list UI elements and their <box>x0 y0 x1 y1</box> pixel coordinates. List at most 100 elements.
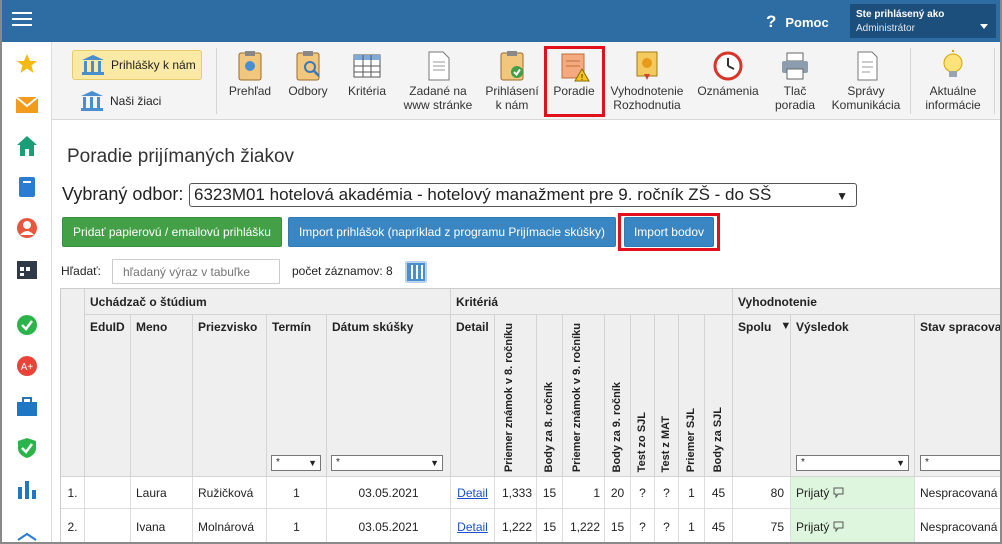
column-header-detail[interactable]: Detail <box>451 315 495 477</box>
cell-priemer-9: 1,222 <box>563 509 605 542</box>
odbor-select[interactable]: 6323M01 hotelová akadémia - hotelový man… <box>189 183 857 207</box>
toolbar-button-zadane-na-www[interactable]: Zadané na www stránke <box>398 42 478 120</box>
lightbulb-icon <box>943 50 963 77</box>
cell-body-sjl: 45 <box>705 477 733 509</box>
chevron-down-icon: ▼ <box>430 458 439 468</box>
criteria-grid-icon <box>353 54 381 78</box>
toolbar-button-tlac[interactable]: Tlač poradia <box>768 42 822 120</box>
detail-link[interactable]: Detail <box>451 477 495 509</box>
column-header-body-8[interactable]: Body za 8. ročník <box>537 315 563 477</box>
user-icon[interactable] <box>15 216 39 240</box>
comment-icon[interactable] <box>833 487 844 498</box>
toolbar-divider <box>910 48 911 114</box>
tab-label: Prihlášky k nám <box>111 58 196 72</box>
toolbar-button-spravy[interactable]: Správy Komunikácia <box>828 42 904 120</box>
filter-vysledok[interactable]: * ▼ <box>796 455 909 471</box>
comment-icon[interactable] <box>833 521 844 532</box>
column-header-priezvisko[interactable]: Priezvisko <box>193 315 267 477</box>
column-header-test-sjl[interactable]: Test zo SJL <box>631 315 655 477</box>
row-number: 2. <box>61 509 85 542</box>
cell-termin: 1 <box>267 477 327 509</box>
cell-priezvisko: Ružičková <box>193 477 267 509</box>
columns-toggle-icon[interactable] <box>405 261 427 283</box>
column-header-body-9[interactable]: Body za 9. ročník <box>605 315 631 477</box>
column-header-priemer-9[interactable]: Priemer známok v 9. ročníku <box>563 315 605 477</box>
odbor-select-value: 6323M01 hotelová akadémia - hotelový man… <box>194 185 772 204</box>
cell-body-9: 20 <box>605 477 631 509</box>
help-label: Pomoc <box>785 14 829 30</box>
row-number-header <box>61 289 85 477</box>
column-header-priemer-sjl[interactable]: Priemer SJL <box>679 315 705 477</box>
import-applications-button[interactable]: Import prihlášok (napríklad z programu P… <box>288 217 616 247</box>
column-header-datum-skusky[interactable]: Dátum skúšky <box>327 315 451 477</box>
calendar-icon[interactable] <box>15 257 39 281</box>
book-icon[interactable] <box>15 175 39 199</box>
bar-chart-icon[interactable] <box>15 477 39 501</box>
user-name: Administrátor <box>856 23 915 34</box>
tab-nasi-ziaci[interactable]: Naši žiaci <box>72 86 202 116</box>
toolbar-divider <box>216 48 217 114</box>
tab-prihlasky-k-nam[interactable]: Prihlášky k nám <box>72 50 202 80</box>
document-icon <box>428 51 450 81</box>
shield-icon[interactable] <box>15 436 39 460</box>
page-title: Poradie prijímaných žiakov <box>67 146 295 167</box>
messages-icon <box>857 51 878 81</box>
column-header-vysledok[interactable]: Výsledok <box>791 315 915 477</box>
tab-label: Naši žiaci <box>110 94 162 108</box>
group-header-applicant: Uchádzač o štúdium <box>85 289 451 315</box>
institution-icon <box>82 55 104 75</box>
add-paper-application-button[interactable]: Pridať papierovú / emailovú prihlášku <box>62 217 282 247</box>
column-header-test-mat[interactable]: Test z MAT <box>655 315 679 477</box>
toolbar-button-aktualne[interactable]: Aktuálne informácie <box>918 42 988 120</box>
star-icon[interactable] <box>15 52 39 76</box>
cell-priezvisko: Molnárová <box>193 509 267 542</box>
cell-priemer-sjl: 1 <box>679 477 705 509</box>
toolbar-button-prihlaseni[interactable]: Prihlásení k nám <box>482 42 542 120</box>
hamburger-menu-icon[interactable] <box>12 12 32 28</box>
chevron-down-icon: ▼ <box>896 458 905 468</box>
user-menu[interactable]: Ste prihlásený ako Administrátor <box>850 4 996 38</box>
record-count: počet záznamov: 8 <box>292 264 393 278</box>
column-header-meno[interactable]: Meno <box>131 315 193 477</box>
app-window: ? Pomoc Ste prihlásený ako Administrátor… <box>0 0 1002 544</box>
column-header-priemer-8[interactable]: Priemer známok v 8. ročníku <box>495 315 537 477</box>
cell-vysledok: Prijatý <box>791 509 915 542</box>
cell-body-8: 15 <box>537 509 563 542</box>
cell-datum: 03.05.2021 <box>327 509 451 542</box>
toolbar-button-oznamenia[interactable]: Oznámenia <box>694 42 762 120</box>
filter-datum[interactable]: * ▼ <box>331 455 443 471</box>
toolbar-button-vyhodnotenie[interactable]: Vyhodnotenie Rozhodnutia <box>606 42 688 120</box>
toolbar-divider <box>994 48 995 114</box>
toolbar-button-prehlad[interactable]: Prehľad <box>224 42 276 120</box>
cell-datum: 03.05.2021 <box>327 477 451 509</box>
mail-icon[interactable] <box>15 93 39 117</box>
column-header-spolu[interactable]: Spolu ▼ <box>733 315 791 477</box>
briefcase-icon[interactable] <box>15 395 39 419</box>
check-badge-icon[interactable] <box>15 313 39 337</box>
column-header-stav[interactable]: Stav spracovania <box>915 315 1000 477</box>
search-clipboard-icon <box>296 51 320 81</box>
toolbar-button-odbory[interactable]: Odbory <box>282 42 334 120</box>
row-number: 1. <box>61 477 85 509</box>
column-header-body-sjl[interactable]: Body za SJL <box>705 315 733 477</box>
cell-test-sjl: ? <box>631 509 655 542</box>
cell-termin: 1 <box>267 509 327 542</box>
cell-vysledok: Prijatý <box>791 477 915 509</box>
search-input[interactable] <box>112 259 280 284</box>
column-header-eduid[interactable]: EduID <box>85 315 131 477</box>
grade-badge-icon[interactable]: A+ <box>15 354 39 378</box>
certificate-icon <box>636 51 658 80</box>
chevron-down-icon: ▼ <box>308 458 317 468</box>
clock-icon <box>713 51 743 81</box>
detail-link[interactable]: Detail <box>451 509 495 542</box>
column-header-termin[interactable]: Termín <box>267 315 327 477</box>
help-link[interactable]: ? Pomoc <box>766 12 829 32</box>
more-icon[interactable] <box>15 524 39 542</box>
home-icon[interactable] <box>15 134 39 158</box>
top-bar: ? Pomoc Ste prihlásený ako Administrátor <box>2 0 1000 42</box>
cell-body-8: 15 <box>537 477 563 509</box>
filter-stav[interactable]: * <box>920 455 1000 471</box>
toolbar-button-kriteria[interactable]: Kritéria <box>340 42 394 120</box>
cell-stav: Nespracovaná <box>915 477 1000 509</box>
filter-termin[interactable]: * ▼ <box>271 455 321 471</box>
